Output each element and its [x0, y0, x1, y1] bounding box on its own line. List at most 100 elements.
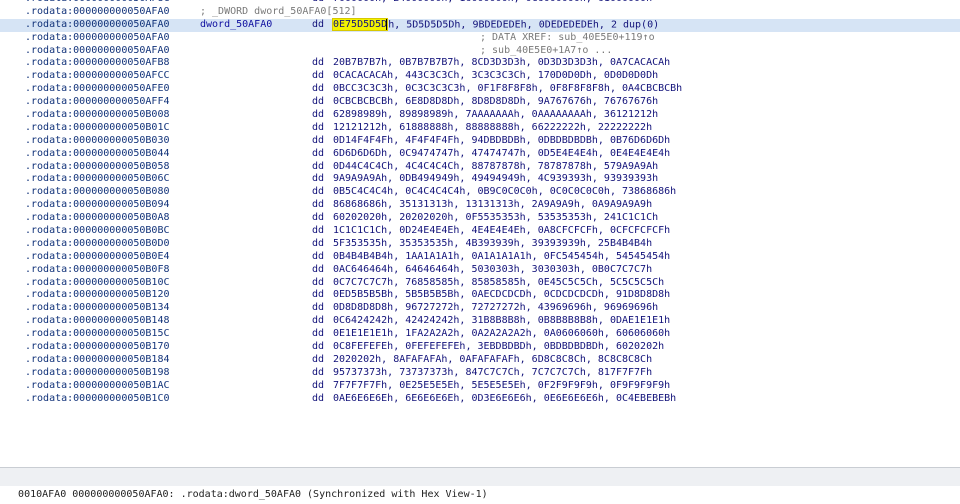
operands-rest: h, 5D5D5D5Dh, 9BDEDEDEh, 0DEDEDEDEh, 2 d… [388, 19, 660, 31]
listing-line[interactable]: .rodata:000000000050B1C0 dd 0AE6E6E6Eh, 6E… [0, 393, 960, 406]
data-label[interactable]: dword_50AFA0 [200, 19, 272, 32]
address: .rodata:000000000050B080 [25, 186, 170, 198]
mnemonic: dd [312, 160, 325, 172]
listing-line[interactable]: .rodata:000000000050B008 dd 62898989h, 898… [0, 109, 960, 122]
operands: 0D8D8D8D8h, 96727272h, 72727272h, 439696… [333, 302, 659, 314]
listing-line[interactable]: .rodata:000000000050B0BC dd 1C1C1C1Ch, 0D2… [0, 225, 960, 238]
address: .rodata:000000000050B134 [25, 302, 170, 314]
mnemonic: dd [312, 276, 325, 288]
operands: 20B7B7B7h, 0B7B7B7B7h, 8CD3D3D3h, 0D3D3D… [333, 57, 671, 69]
address: .rodata:000000000050B0E4 [25, 250, 170, 262]
listing-line[interactable]: .rodata:000000000050B120 dd 0ED5B5B5Bh, 5B… [0, 289, 960, 302]
mnemonic: dd [312, 83, 325, 95]
operands: 95737373h, 73737373h, 847C7C7Ch, 7C7C7C7… [333, 366, 653, 378]
address: .rodata:000000000050B184 [25, 353, 170, 365]
operands: 0AC646464h, 64646464h, 5030303h, 3030303… [333, 263, 653, 275]
address: .rodata:000000000050AFA0 [25, 5, 170, 17]
listing-line[interactable]: .rodata:000000000050B030 dd 0D14F4F4Fh, 4F… [0, 135, 960, 148]
address: .rodata:000000000050AFF4 [25, 96, 170, 108]
mnemonic: dd [312, 341, 325, 353]
listing-line[interactable]: .rodata:000000000050AFF4 dd 0CBCBCBCBh, 6E… [0, 96, 960, 109]
listing-line[interactable]: .rodata:000000000050B184 dd 2020202h, 8AFA… [0, 354, 960, 367]
listing-line[interactable]: .rodata:000000000050B170 dd 0C8FEFEFEh, 0F… [0, 341, 960, 354]
listing-line[interactable]: .rodata:000000000050AFCC dd 0CACACACAh, 44… [0, 70, 960, 83]
address: .rodata:000000000050B120 [25, 289, 170, 301]
operands: 0C7C7C7C7h, 76858585h, 85858585h, 0E45C5… [333, 276, 665, 288]
address: .rodata:000000000050AFB8 [25, 57, 170, 69]
highlighted-operand[interactable]: 0E75D5D5D [331, 18, 389, 32]
address: .rodata:000000000050AFA0 [25, 44, 170, 56]
address: .rodata:000000000050B1AC [25, 379, 170, 391]
mnemonic: dd [312, 353, 325, 365]
address: .rodata:000000000050B0F8 [25, 263, 170, 275]
listing-line[interactable]: .rodata:000000000050B0D0 dd 5F353535h, 353… [0, 238, 960, 251]
address: .rodata:000000000050B15C [25, 328, 170, 340]
mnemonic: dd [312, 186, 325, 198]
listing-line[interactable]: .rodata:000000000050B0F8 dd 0AC646464h, 64… [0, 264, 960, 277]
operands: 0D44C4C4Ch, 4C4C4C4Ch, 88787878h, 787878… [333, 160, 659, 172]
mnemonic: dd [312, 199, 325, 211]
mnemonic: dd [312, 237, 325, 249]
address: .rodata:000000000050B044 [25, 147, 170, 159]
address: .rodata:000000000050B030 [25, 134, 170, 146]
address: .rodata:000000000050B148 [25, 315, 170, 327]
mnemonic: dd [312, 379, 325, 391]
address: .rodata:000000000050B01C [25, 121, 170, 133]
listing-line[interactable]: .rodata:000000000050AFA0 ; sub_40E5E0+1A7… [0, 45, 960, 58]
mnemonic: dd [312, 109, 325, 121]
disassembly-listing[interactable]: .rodata:000000000050AF8Cdd7000000h, 2400… [0, 0, 960, 467]
listing-line[interactable]: .rodata:000000000050B0E4 dd 0B4B4B4B4h, 1A… [0, 251, 960, 264]
address: .rodata:000000000050B0BC [25, 225, 170, 237]
listing-line[interactable]: .rodata:000000000050B198 dd 95737373h, 737… [0, 367, 960, 380]
operands: 0CBCBCBCBh, 6E8D8D8Dh, 8D8D8D8Dh, 9A7676… [333, 96, 659, 108]
operands: 62898989h, 89898989h, 7AAAAAAAh, 0AAAAAA… [333, 109, 659, 121]
listing-line[interactable]: .rodata:000000000050B10C dd 0C7C7C7C7h, 76… [0, 277, 960, 290]
operands: 2020202h, 8AFAFAFAh, 0AFAFAFAFh, 6D8C8C8… [333, 353, 653, 365]
listing-line[interactable]: .rodata:000000000050B044 dd 6D6D6D6Dh, 0C9… [0, 148, 960, 161]
operands: 86868686h, 35131313h, 13131313h, 2A9A9A9… [333, 199, 653, 211]
operands: 60202020h, 20202020h, 0F5535353h, 535353… [333, 212, 659, 224]
operands: 6D6D6D6Dh, 0C9474747h, 47474747h, 0D5E4E… [333, 147, 671, 159]
mnemonic: dd [312, 328, 325, 340]
operands: 0AE6E6E6Eh, 6E6E6E6Eh, 0D3E6E6E6h, 0E6E6… [333, 392, 677, 404]
mnemonic: dd [312, 134, 325, 146]
listing-line[interactable]: .rodata:000000000050B15C dd 0E1E1E1E1h, 1F… [0, 328, 960, 341]
xref-comment[interactable]: ; sub_40E5E0+1A7↑o ... [480, 45, 612, 58]
mnemonic: dd [312, 147, 325, 159]
listing-line[interactable]: .rodata:000000000050AFA0 ; DATA XREF: sub… [0, 32, 960, 45]
listing-line[interactable]: .rodata:000000000050B0A8 dd 60202020h, 202… [0, 212, 960, 225]
listing-rows: .rodata:000000000050AF8Cdd7000000h, 2400… [0, 0, 960, 406]
operands: 0BCC3C3C3h, 0C3C3C3C3h, 0F1F8F8F8h, 0F8F… [333, 83, 683, 95]
listing-line[interactable]: .rodata:000000000050B01C dd 12121212h, 618… [0, 122, 960, 135]
listing-line[interactable]: .rodata:000000000050B1AC dd 7F7F7F7Fh, 0E2… [0, 380, 960, 393]
operands: 0E75D5D5Dh, 5D5D5D5Dh, 9BDEDEDEh, 0DEDED… [331, 18, 660, 32]
listing-line[interactable]: .rodata:000000000050B148 dd 0C6424242h, 42… [0, 315, 960, 328]
address: .rodata:000000000050B170 [25, 341, 170, 353]
operands: 0ED5B5B5Bh, 5B5B5B5Bh, 0AECDCDCDh, 0CDCD… [333, 289, 671, 301]
mnemonic: dd [312, 366, 325, 378]
address: .rodata:000000000050B058 [25, 160, 170, 172]
mnemonic: dd [312, 302, 325, 314]
operands: 0C8FEFEFEh, 0FEFEFEFEh, 3EBDBDBDh, 0BDBD… [333, 341, 665, 353]
operands: 0E1E1E1E1h, 1FA2A2A2h, 0A2A2A2A2h, 0A060… [333, 328, 671, 340]
address: .rodata:000000000050B094 [25, 199, 170, 211]
current-line[interactable]: .rodata:000000000050AFA0 dword_50AFA0 dd 0E… [0, 18, 960, 32]
operands: 1C1C1C1Ch, 0D24E4E4Eh, 4E4E4E4Eh, 0A8CFC… [333, 225, 671, 237]
operands: 0B5C4C4C4h, 0C4C4C4C4h, 0B9C0C0C0h, 0C0C… [333, 186, 677, 198]
mnemonic: dd [312, 250, 325, 262]
listing-line[interactable]: .rodata:000000000050AFE0 dd 0BCC3C3C3h, 0C… [0, 83, 960, 96]
listing-line[interactable]: .rodata:000000000050B06C dd 9A9A9A9Ah, 0DB… [0, 173, 960, 186]
mnemonic: dd [312, 173, 325, 185]
address: .rodata:000000000050B0D0 [25, 237, 170, 249]
xref-comment[interactable]: ; DATA XREF: sub_40E5E0+119↑o [480, 32, 655, 45]
listing-line[interactable]: .rodata:000000000050B134 dd 0D8D8D8D8h, 96… [0, 302, 960, 315]
address: .rodata:000000000050B0A8 [25, 212, 170, 224]
status-text: 0010AFA0 000000000050AFA0: .rodata:dword… [18, 489, 488, 500]
listing-line[interactable]: .rodata:000000000050B094 dd 86868686h, 351… [0, 199, 960, 212]
listing-line[interactable]: .rodata:000000000050AFA0 ; _DWORD dword_5… [0, 6, 960, 19]
listing-line[interactable]: .rodata:000000000050B058 dd 0D44C4C4Ch, 4C… [0, 161, 960, 174]
listing-line[interactable]: .rodata:000000000050B080 dd 0B5C4C4C4h, 0C… [0, 186, 960, 199]
listing-line[interactable]: .rodata:000000000050AFB8 dd 20B7B7B7h, 0B7… [0, 57, 960, 70]
address: .rodata:000000000050B198 [25, 366, 170, 378]
operands: 0CACACACAh, 443C3C3Ch, 3C3C3C3Ch, 170D0D… [333, 70, 659, 82]
